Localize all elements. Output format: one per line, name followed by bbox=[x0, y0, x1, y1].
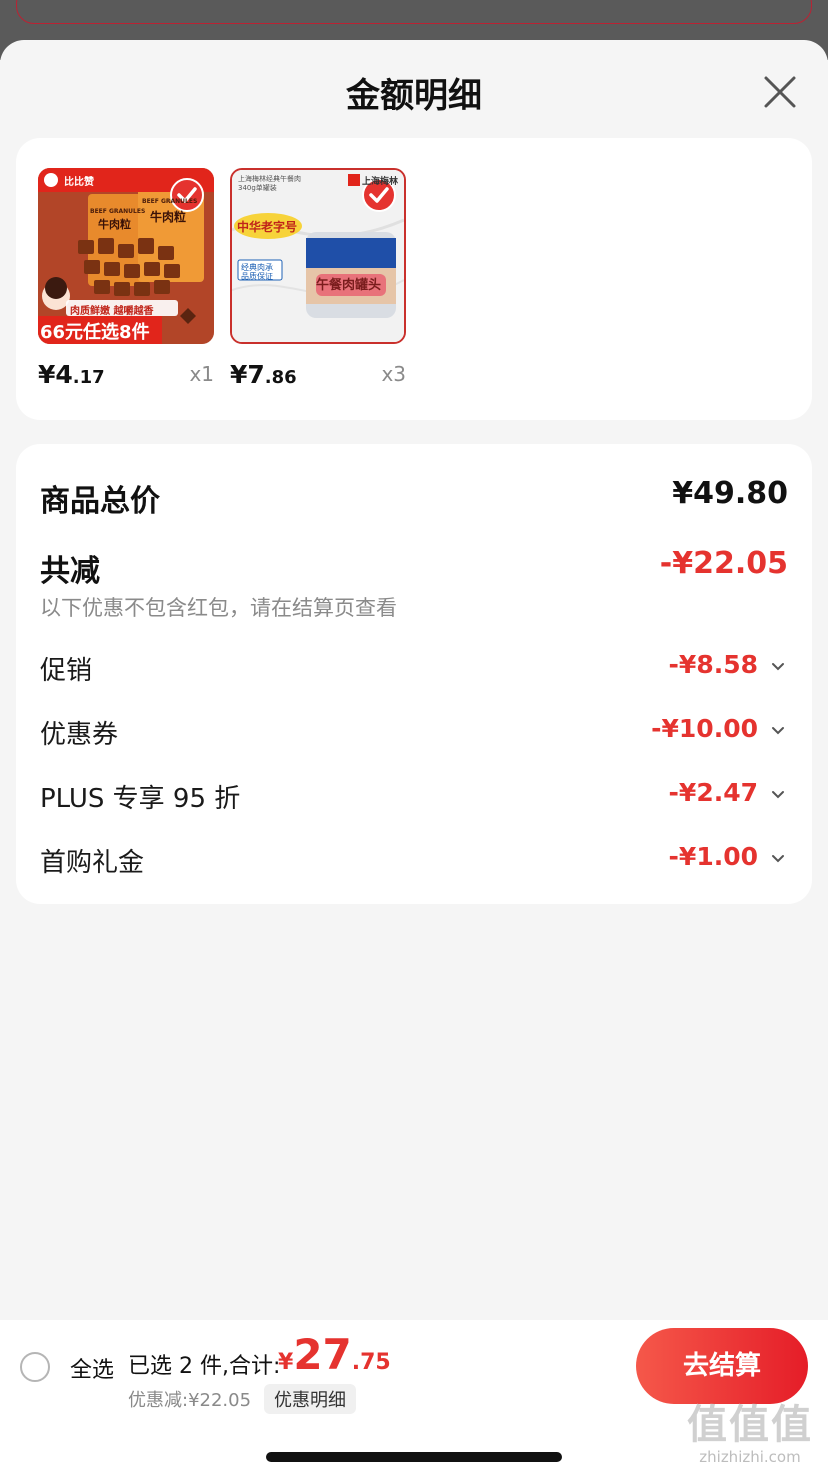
watermark-site: zhizhizhi.com bbox=[699, 1448, 801, 1466]
pack-label-en: BEEF GRANULES bbox=[142, 198, 198, 205]
select-all-label[interactable]: 全选 bbox=[70, 1352, 114, 1384]
pack-label-cn: 牛肉粒 bbox=[150, 210, 187, 224]
product-brand: 比比赞 bbox=[64, 177, 94, 188]
pack-label-cn: 牛肉粒 bbox=[98, 218, 131, 231]
product-slogan: 肉质鲜嫩 越嚼越香 bbox=[70, 306, 154, 317]
amount-detail-sheet: 金额明细 比比赞 BEEF GRANULES 牛肉粒 BEEF GRANULES… bbox=[0, 40, 828, 1478]
home-indicator bbox=[266, 1452, 562, 1462]
chevron-down-icon[interactable] bbox=[770, 724, 786, 736]
chevron-down-icon[interactable] bbox=[770, 788, 786, 800]
discount-label: PLUS 专享 95 折 bbox=[40, 784, 241, 814]
product-quantity: x3 bbox=[381, 362, 406, 386]
selected-count-text: 已选 2 件,合计: bbox=[128, 1354, 281, 1379]
price-row: ¥7.86 x3 bbox=[230, 356, 406, 396]
discount-summary: 优惠减:¥22.05 bbox=[128, 1390, 252, 1411]
discount-row-coupon[interactable]: 优惠券 -¥10.00 bbox=[40, 714, 788, 750]
total-price-label: 商品总价 bbox=[40, 484, 160, 519]
chevron-down-icon[interactable] bbox=[770, 852, 786, 864]
product-item[interactable]: 比比赞 BEEF GRANULES 牛肉粒 BEEF GRANULES 牛肉粒 … bbox=[38, 168, 214, 396]
product-item[interactable]: 上海梅林经典午餐肉 340g单罐装 上海梅林 中华老字号 经典肉承 品质保证 午… bbox=[230, 168, 406, 396]
checked-icon[interactable] bbox=[170, 178, 204, 212]
reduction-note: 以下优惠不包含红包，请在结算页查看 bbox=[40, 596, 397, 620]
discount-row-promotion[interactable]: 促销 -¥8.58 bbox=[40, 650, 788, 686]
quality-text: 品质保证 bbox=[241, 272, 273, 281]
total-price-value: ¥49.80 bbox=[672, 476, 788, 511]
watermark: 值值值 zhizhizhi.com bbox=[676, 1392, 824, 1466]
discount-label: 优惠券 bbox=[40, 720, 119, 750]
heritage-badge: 中华老字号 bbox=[237, 220, 298, 234]
reduction-value: -¥22.05 bbox=[659, 546, 788, 581]
product-quantity: x1 bbox=[189, 362, 214, 386]
discount-row-plus[interactable]: PLUS 专享 95 折 -¥2.47 bbox=[40, 778, 788, 814]
can-label: 午餐肉罐头 bbox=[316, 278, 382, 293]
product-image[interactable]: 上海梅林经典午餐肉 340g单罐装 上海梅林 中华老字号 经典肉承 品质保证 午… bbox=[230, 168, 406, 344]
product-brand: 上海梅林 bbox=[362, 177, 399, 187]
discount-row-first-purchase[interactable]: 首购礼金 -¥1.00 bbox=[40, 842, 788, 878]
discount-value: -¥8.58 bbox=[668, 650, 758, 679]
chevron-down-icon[interactable] bbox=[770, 660, 786, 672]
promo-tag: 66元任选8件 bbox=[40, 322, 150, 343]
discount-label: 首购礼金 bbox=[40, 848, 145, 878]
select-all-radio[interactable] bbox=[20, 1352, 50, 1382]
price-row: ¥4.17 x1 bbox=[38, 356, 214, 396]
product-price: ¥7.86 bbox=[230, 360, 297, 389]
reduction-label: 共减 bbox=[40, 554, 100, 589]
background-button-outline bbox=[16, 0, 812, 24]
product-image[interactable]: 比比赞 BEEF GRANULES 牛肉粒 BEEF GRANULES 牛肉粒 … bbox=[38, 168, 214, 344]
discount-detail-button[interactable]: 优惠明细 bbox=[264, 1384, 356, 1414]
discount-label: 促销 bbox=[40, 656, 93, 686]
watermark-logo: 值值值 bbox=[687, 1402, 813, 1448]
sheet-title: 金额明细 bbox=[346, 76, 482, 116]
pack-label-en: BEEF GRANULES bbox=[90, 208, 146, 215]
discount-value: -¥2.47 bbox=[668, 778, 758, 807]
total-amount: ¥27.75 bbox=[278, 1330, 391, 1379]
price-summary-card: 商品总价 ¥49.80 共减 -¥22.05 以下优惠不包含红包，请在结算页查看… bbox=[16, 444, 812, 904]
products-card: 比比赞 BEEF GRANULES 牛肉粒 BEEF GRANULES 牛肉粒 … bbox=[16, 138, 812, 420]
package-text: 340g单罐装 bbox=[238, 184, 277, 192]
close-icon[interactable] bbox=[760, 72, 800, 112]
product-price: ¥4.17 bbox=[38, 360, 105, 389]
discount-value: -¥10.00 bbox=[651, 714, 758, 743]
discount-value: -¥1.00 bbox=[668, 842, 758, 871]
total-reduction-row: 共减 -¥22.05 bbox=[40, 546, 788, 589]
checkout-bar: 全选 已选 2 件,合计: ¥27.75 优惠减:¥22.05 优惠明细 去结算… bbox=[0, 1320, 828, 1478]
total-price-row: 商品总价 ¥49.80 bbox=[40, 476, 788, 519]
